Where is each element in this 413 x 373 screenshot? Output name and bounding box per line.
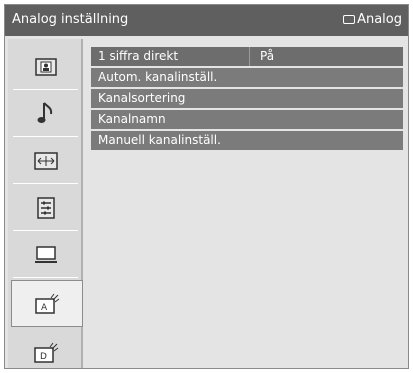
menu-item-label: Manuell kanalinställ. bbox=[98, 133, 221, 147]
menu-item-label: Autom. kanalinställ. bbox=[98, 70, 218, 84]
sidebar-item-digital-setup[interactable]: D bbox=[8, 329, 83, 368]
menu-item-direct-digit[interactable]: 1 siffra direkt På bbox=[91, 47, 403, 66]
header-bar: Analog inställning Analog bbox=[5, 5, 408, 36]
svg-text:A: A bbox=[41, 303, 48, 313]
menu-item-channel-sort[interactable]: Kanalsortering bbox=[91, 89, 403, 108]
sidebar-item-settings[interactable] bbox=[8, 184, 83, 231]
screen-icon bbox=[33, 151, 58, 170]
menu-item-manual-tune[interactable]: Manuell kanalinställ. bbox=[91, 131, 403, 150]
menu-item-label: Kanalsortering bbox=[98, 91, 186, 105]
sidebar-item-monitor[interactable] bbox=[8, 231, 83, 278]
menu-item-value: På bbox=[249, 47, 274, 66]
menu-item-auto-tune[interactable]: Autom. kanalinställ. bbox=[91, 68, 403, 87]
settings-menu: 1 siffra direkt På Autom. kanalinställ. … bbox=[91, 47, 403, 152]
settings-screen: Analog inställning Analog A D 1 siffra d… bbox=[4, 4, 409, 369]
source-label: Analog bbox=[357, 12, 402, 27]
music-note-icon bbox=[37, 101, 52, 123]
page-title: Analog inställning bbox=[12, 12, 129, 27]
sidebar-item-picture[interactable] bbox=[8, 43, 83, 90]
sidebar-item-analog-setup[interactable]: A bbox=[11, 280, 83, 327]
picture-icon bbox=[34, 57, 57, 76]
input-source-icon bbox=[343, 15, 356, 24]
svg-text:D: D bbox=[40, 352, 47, 362]
monitor-icon bbox=[34, 245, 57, 263]
sidebar: A D bbox=[8, 39, 83, 368]
analog-tv-setup-icon: A bbox=[35, 293, 60, 314]
menu-item-label: 1 siffra direkt bbox=[98, 49, 179, 63]
source-indicator: Analog bbox=[343, 12, 402, 27]
menu-item-label: Kanalnamn bbox=[98, 112, 166, 126]
menu-item-channel-name[interactable]: Kanalnamn bbox=[91, 110, 403, 129]
digital-tv-setup-icon: D bbox=[33, 342, 58, 363]
sidebar-item-sound[interactable] bbox=[8, 90, 83, 137]
settings-list-icon bbox=[36, 196, 55, 219]
sidebar-item-screen[interactable] bbox=[8, 137, 83, 184]
